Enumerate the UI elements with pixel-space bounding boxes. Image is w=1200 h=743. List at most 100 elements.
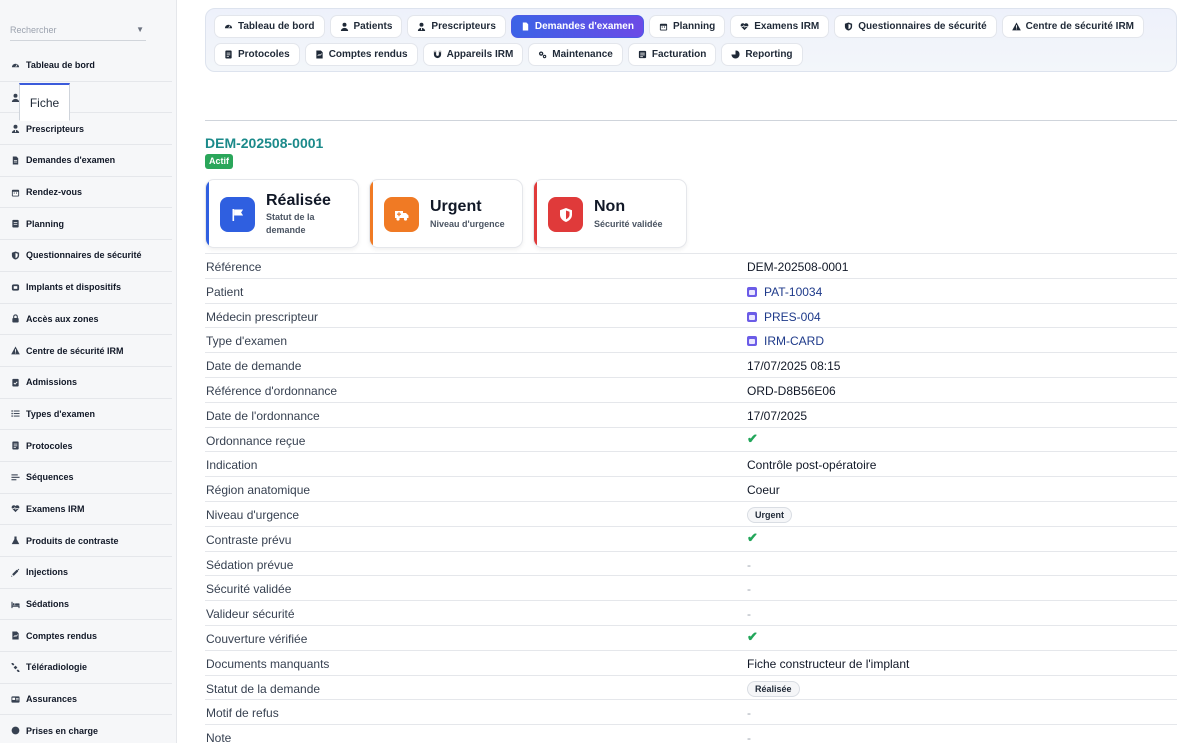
nav-tab-planning[interactable]: Planning bbox=[648, 15, 726, 38]
sidebar-item-sédations[interactable]: Sédations bbox=[0, 589, 172, 621]
checkmark-icon: ✔ bbox=[747, 430, 758, 446]
empty-value: - bbox=[747, 731, 751, 743]
detail-label: Patient bbox=[206, 284, 244, 299]
empty-value: - bbox=[747, 582, 751, 597]
sidebar-item-label: Assurances bbox=[26, 694, 78, 705]
sidebar-item-implants-et-dispositifs[interactable]: Implants et dispositifs bbox=[0, 272, 172, 304]
sidebar-item-protocoles[interactable]: Protocoles bbox=[0, 430, 172, 462]
chevron-down-icon[interactable]: ▼ bbox=[136, 22, 144, 38]
detail-row: Documents manquants Fiche constructeur de… bbox=[205, 649, 1177, 675]
nav-row-2: Protocoles Comptes rendus Appareils IRM Mai… bbox=[214, 43, 803, 66]
sidebar-item-téléradiologie[interactable]: Téléradiologie bbox=[0, 652, 172, 684]
card-value: Urgent bbox=[430, 198, 482, 215]
nav-tab-patients[interactable]: Patients bbox=[329, 15, 403, 38]
file-icon bbox=[521, 22, 530, 31]
nav-tab-label: Comptes rendus bbox=[328, 49, 408, 60]
sidebar-item-rendez-vous[interactable]: Rendez-vous bbox=[0, 177, 172, 209]
sidebar-item-types-d-examen[interactable]: Types d'examen bbox=[0, 399, 172, 431]
detail-label: Niveau d'urgence bbox=[206, 507, 300, 522]
detail-row: Niveau d'urgence Urgent bbox=[205, 500, 1177, 526]
nav-tab-maintenance[interactable]: Maintenance bbox=[528, 43, 623, 66]
sidebar-item-label: Protocoles bbox=[26, 440, 73, 451]
sidebar-item-assurances[interactable]: Assurances bbox=[0, 684, 172, 716]
sidebar-item-label: Injections bbox=[26, 567, 69, 578]
nav-tab-demandes-d-examen[interactable]: Demandes d'examen bbox=[510, 15, 644, 38]
sidebar-item-prises-en-charge[interactable]: Prises en charge bbox=[0, 715, 172, 743]
detail-label: Statut de la demande bbox=[206, 681, 321, 696]
sidebar-item-label: Tableau de bord bbox=[26, 60, 95, 71]
detail-link[interactable]: PAT-10034 bbox=[747, 285, 822, 299]
detail-row: Patient PAT-10034 bbox=[205, 277, 1177, 303]
warning-icon bbox=[1011, 22, 1021, 31]
detail-row: Type d'examen IRM-CARD bbox=[205, 327, 1177, 352]
detail-value-text: 17/07/2025 08:15 bbox=[747, 359, 841, 374]
sidebar-item-label: Admissions bbox=[26, 377, 78, 388]
detail-label: Date de l'ordonnance bbox=[206, 408, 320, 423]
detail-value: 17/07/2025 08:15 bbox=[747, 359, 840, 373]
search-select[interactable]: Rechercher ▼ bbox=[10, 22, 146, 41]
doctor-icon bbox=[10, 124, 20, 134]
nav-tab-questionnaires-de-sécurité[interactable]: Questionnaires de sécurité bbox=[834, 15, 997, 38]
detail-value: Réalisée bbox=[747, 680, 800, 697]
doctor-icon bbox=[417, 22, 426, 31]
sidebar-item-centre-de-sécurité-irm[interactable]: Centre de sécurité IRM bbox=[0, 335, 172, 367]
sidebar-item-accès-aux-zones[interactable]: Accès aux zones bbox=[0, 304, 172, 336]
nav-tab-reporting[interactable]: Reporting bbox=[721, 43, 803, 66]
sidebar-item-label: Demandes d'examen bbox=[26, 155, 116, 166]
detail-row: Référence DEM-202508-0001 bbox=[205, 253, 1177, 278]
shield-icon bbox=[10, 250, 20, 260]
detail-value: - bbox=[747, 706, 751, 720]
sidebar-item-séquences[interactable]: Séquences bbox=[0, 462, 172, 494]
nav-tab-tableau-de-bord[interactable]: Tableau de bord bbox=[214, 15, 325, 38]
admission-icon bbox=[10, 377, 20, 387]
nav-tab-prescripteurs[interactable]: Prescripteurs bbox=[407, 15, 506, 38]
syringe-icon bbox=[10, 567, 20, 577]
circle-icon bbox=[10, 726, 20, 736]
detail-row: Référence d'ordonnance ORD-D8B56E06 bbox=[205, 376, 1177, 402]
nav-tab-appareils-irm[interactable]: Appareils IRM bbox=[422, 43, 524, 66]
record-link-icon bbox=[747, 311, 757, 322]
nav-tab-facturation[interactable]: Facturation bbox=[627, 43, 717, 66]
top-navigation: Tableau de bord Patients Prescripteurs Dema… bbox=[205, 8, 1177, 72]
nav-tab-examens-irm[interactable]: Examens IRM bbox=[730, 15, 830, 38]
sidebar-item-planning[interactable]: Planning bbox=[0, 208, 172, 241]
detail-link[interactable]: PRES-004 bbox=[747, 310, 821, 324]
detail-link[interactable]: IRM-CARD bbox=[747, 334, 824, 348]
detail-value-text: 17/07/2025 bbox=[747, 408, 808, 423]
sidebar-item-questionnaires-de-sécurité[interactable]: Questionnaires de sécurité bbox=[0, 240, 172, 272]
detail-row: Date de l'ordonnance 17/07/2025 bbox=[205, 401, 1177, 427]
file-icon bbox=[10, 155, 20, 165]
detail-value: 17/07/2025 bbox=[747, 409, 807, 423]
detail-row: Date de demande 17/07/2025 08:15 bbox=[205, 352, 1177, 377]
sidebar-item-examens-irm[interactable]: Examens IRM bbox=[0, 494, 172, 526]
tab-label: Fiche bbox=[29, 95, 60, 110]
magnet-icon bbox=[433, 50, 442, 59]
detail-value: - bbox=[747, 607, 751, 621]
detail-row: Indication Contrôle post-opératoire bbox=[205, 451, 1177, 476]
card-caption: Sécurité validée bbox=[594, 219, 663, 229]
sidebar-item-produits-de-contraste[interactable]: Produits de contraste bbox=[0, 525, 172, 557]
nav-tab-comptes-rendus[interactable]: Comptes rendus bbox=[304, 43, 418, 66]
sidebar-item-tableau-de-bord[interactable]: Tableau de bord bbox=[0, 50, 172, 82]
protocol-icon bbox=[10, 441, 20, 451]
sidebar-item-label: Implants et dispositifs bbox=[26, 282, 122, 293]
record-link-icon bbox=[747, 286, 757, 297]
lock-icon bbox=[10, 314, 20, 324]
sidebar-item-label: Téléradiologie bbox=[26, 662, 88, 673]
detail-value: ✔ bbox=[747, 430, 758, 447]
detail-value: Contrôle post-opératoire bbox=[747, 458, 876, 472]
nav-tab-protocoles[interactable]: Protocoles bbox=[214, 43, 300, 66]
sidebar-item-comptes-rendus[interactable]: Comptes rendus bbox=[0, 620, 172, 653]
empty-value: - bbox=[747, 607, 751, 622]
detail-label: Documents manquants bbox=[206, 656, 330, 671]
sidebar-item-label: Produits de contraste bbox=[26, 535, 119, 546]
sidebar-item-injections[interactable]: Injections bbox=[0, 557, 172, 589]
nav-tab-label: Facturation bbox=[651, 49, 707, 60]
nav-tab-centre-de-sécurité-irm[interactable]: Centre de sécurité IRM bbox=[1001, 15, 1145, 38]
search-placeholder: Rechercher bbox=[10, 25, 57, 35]
detail-label: Région anatomique bbox=[206, 483, 311, 498]
tab-fiche[interactable]: Fiche bbox=[19, 83, 70, 121]
sidebar-item-admissions[interactable]: Admissions bbox=[0, 367, 172, 399]
nav-row-1: Tableau de bord Patients Prescripteurs Dema… bbox=[214, 15, 1145, 38]
sidebar-item-demandes-d-examen[interactable]: Demandes d'examen bbox=[0, 145, 172, 177]
